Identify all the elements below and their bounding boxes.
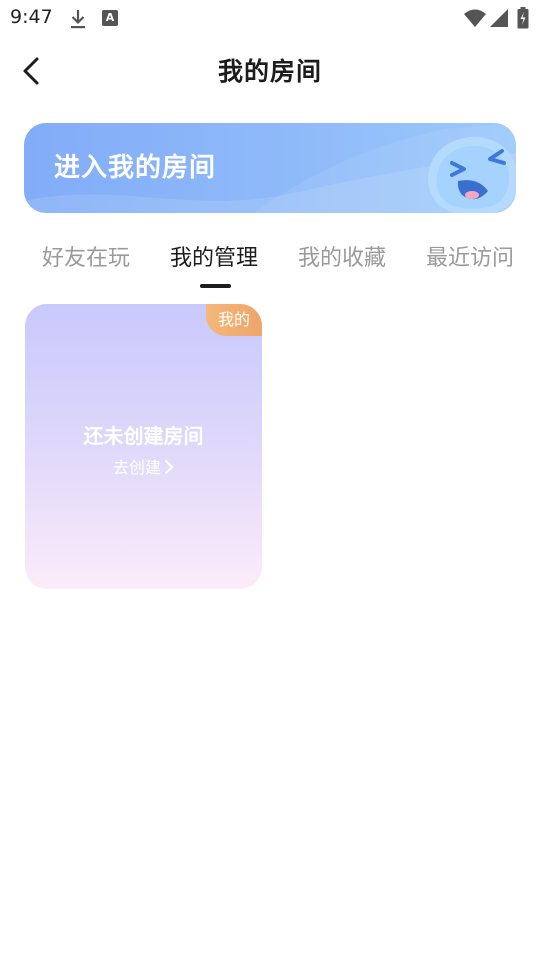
tab-my-managed[interactable]: 我的管理 <box>170 240 258 272</box>
battery-icon <box>517 7 529 29</box>
signal-icon <box>490 9 508 27</box>
empty-room-title: 还未创建房间 <box>83 424 204 448</box>
room-tabs: 好友在玩 我的管理 我的收藏 最近访问 <box>0 240 540 290</box>
download-icon <box>71 10 85 29</box>
mine-badge: 我的 <box>206 304 262 336</box>
banner-text: 进入我的房间 <box>54 153 217 183</box>
tab-friends-playing[interactable]: 好友在玩 <box>42 240 130 272</box>
active-tab-indicator <box>200 284 231 288</box>
status-time: 9:47 <box>10 6 53 28</box>
create-room-link[interactable]: 去创建 <box>25 454 262 478</box>
tab-recent-visits[interactable]: 最近访问 <box>426 240 514 272</box>
tab-my-favorites[interactable]: 我的收藏 <box>298 240 386 272</box>
create-room-card[interactable]: 我的 还未创建房间 去创建 <box>25 304 262 589</box>
create-room-label: 去创建 <box>112 458 161 477</box>
laughing-mascot-icon <box>428 136 516 213</box>
a-icon: A <box>102 10 118 26</box>
enter-my-room-banner[interactable]: 进入我的房间 <box>24 123 516 213</box>
page-title: 我的房间 <box>217 57 322 86</box>
wifi-icon <box>464 9 486 27</box>
chevron-right-icon <box>165 460 173 474</box>
status-bar: 9:47 A <box>0 0 540 36</box>
